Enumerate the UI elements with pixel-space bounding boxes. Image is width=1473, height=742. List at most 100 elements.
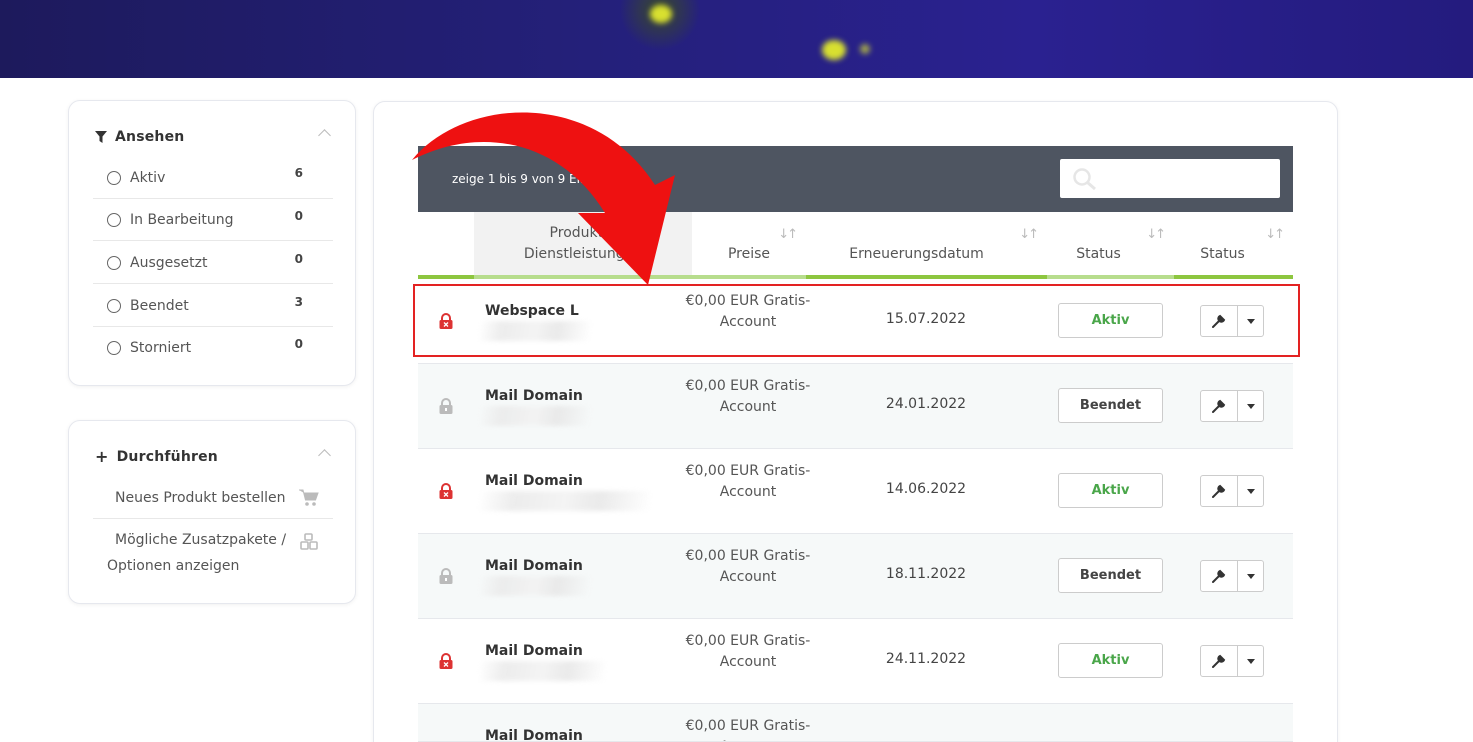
search-icon xyxy=(1073,168,1096,191)
status-button[interactable]: Aktiv xyxy=(1058,303,1163,338)
table-row[interactable]: Mail Domain €0,00 EUR Gratis-Account 24.… xyxy=(418,364,1293,449)
column-header-status[interactable]: Status ↓↑ xyxy=(1047,212,1174,279)
renewal-date: 18.11.2022 xyxy=(885,566,967,582)
renewal-date: 24.01.2022 xyxy=(885,396,967,412)
sort-icon[interactable]: ↓↑ xyxy=(1265,224,1285,245)
order-new-product-link[interactable]: Neues Produkt bestellen xyxy=(93,485,333,519)
column-header-label: Erneuerungsdatum xyxy=(849,246,984,262)
plus-icon: + xyxy=(95,447,109,466)
renewal-date: 14.06.2022 xyxy=(885,481,967,497)
product-name[interactable]: Mail Domain xyxy=(485,558,583,574)
column-header-renewal[interactable]: Erneuerungsdatum ↓↑ xyxy=(806,212,1047,279)
cubes-icon xyxy=(300,533,318,550)
wrench-icon[interactable] xyxy=(1201,476,1238,506)
actions-panel-title-text: Durchführen xyxy=(116,449,218,465)
wrench-icon[interactable] xyxy=(1201,391,1238,421)
radio-icon[interactable] xyxy=(107,341,121,355)
view-panel-title-text: Ansehen xyxy=(115,129,185,145)
column-header-label: Produkte/ Dienstleistungen xyxy=(523,225,643,262)
renewal-date: 24.11.2022 xyxy=(885,651,967,667)
addons-options-link[interactable]: Mögliche Zusatzpakete / Optionen anzeige… xyxy=(93,527,333,579)
column-header-products[interactable]: Produkte/ Dienstleistungen xyxy=(474,212,692,279)
filter-label: Storniert xyxy=(130,340,192,356)
status-button[interactable]: Aktiv xyxy=(1058,473,1163,508)
redacted-domain xyxy=(480,661,605,681)
actions-panel: + Durchführen Neues Produkt bestellen Mö… xyxy=(68,420,356,604)
filter-label: Aktiv xyxy=(130,169,166,186)
filter-label: Ausgesetzt xyxy=(130,254,208,271)
product-price: €0,00 EUR Gratis-Account xyxy=(685,633,811,670)
column-header-status-actions[interactable]: Status ↓↑ xyxy=(1174,212,1293,279)
sort-icon[interactable]: ↓↑ xyxy=(1019,224,1039,245)
filter-ausgesetzt[interactable]: Ausgesetzt 0 xyxy=(93,242,333,284)
table-row[interactable]: Mail Domain €0,00 EUR Gratis-Account 14.… xyxy=(418,449,1293,534)
manage-button-group[interactable] xyxy=(1200,475,1264,507)
column-header-prices[interactable]: Preise ↓↑ xyxy=(692,212,806,279)
filter-count: 6 xyxy=(294,166,303,180)
radio-icon[interactable] xyxy=(107,298,121,313)
view-panel-title[interactable]: Ansehen xyxy=(95,129,184,145)
caret-shape xyxy=(1246,658,1255,664)
wrench-icon[interactable] xyxy=(1201,561,1238,591)
table-toolbar: zeige 1 bis 9 von 9 Einträgen xyxy=(418,146,1293,212)
lock-red-icon xyxy=(439,313,453,329)
filter-aktiv[interactable]: Aktiv 6 xyxy=(93,157,333,199)
wrench-icon[interactable] xyxy=(1201,306,1238,336)
filter-storniert[interactable]: Storniert 0 xyxy=(93,327,333,369)
filter-label: In Bearbeitung xyxy=(130,211,234,228)
column-spacer xyxy=(418,212,474,279)
action-label: Neues Produkt bestellen xyxy=(115,490,286,506)
lock-red-icon xyxy=(439,483,453,499)
product-name[interactable]: Mail Domain xyxy=(485,473,583,489)
filter-count: 0 xyxy=(294,337,303,351)
manage-button-group[interactable] xyxy=(1200,645,1264,677)
caret-shape xyxy=(1246,573,1255,579)
actions-panel-title[interactable]: + Durchführen xyxy=(95,447,218,466)
product-price: €0,00 EUR Gratis-Account xyxy=(685,378,811,415)
radio-icon[interactable] xyxy=(107,255,121,270)
filter-beendet[interactable]: Beendet 3 xyxy=(93,285,333,327)
filter-in-bearbeitung[interactable]: In Bearbeitung 0 xyxy=(93,199,333,241)
column-header-label: Preise xyxy=(727,246,771,262)
search-input[interactable] xyxy=(1060,159,1280,198)
chevron-down-icon[interactable] xyxy=(1238,476,1263,506)
column-header-label: Status xyxy=(1076,246,1121,262)
wrench-icon[interactable] xyxy=(1201,646,1238,676)
chevron-down-icon[interactable] xyxy=(1238,646,1263,676)
hero-decoration xyxy=(650,5,672,23)
table-row[interactable]: Mail Domain €0,00 EUR Gratis-Account 24.… xyxy=(418,619,1293,704)
table-row[interactable]: Webspace L €0,00 EUR Gratis-Account 15.0… xyxy=(418,279,1293,364)
filter-count: 3 xyxy=(294,295,303,309)
renewal-date: 15.07.2022 xyxy=(885,311,967,327)
lock-grey-icon xyxy=(439,398,453,414)
filter-count: 0 xyxy=(294,252,303,266)
radio-icon[interactable] xyxy=(107,170,121,185)
status-button[interactable]: Beendet xyxy=(1058,558,1163,593)
chevron-up-icon[interactable] xyxy=(318,129,331,142)
manage-button-group[interactable] xyxy=(1200,560,1264,592)
chevron-down-icon[interactable] xyxy=(1238,306,1263,336)
hero-decoration xyxy=(822,40,846,60)
redacted-domain xyxy=(480,491,650,511)
product-name[interactable]: Webspace L xyxy=(485,303,579,319)
status-button[interactable]: Aktiv xyxy=(1058,643,1163,678)
manage-button-group[interactable] xyxy=(1200,305,1264,337)
redacted-domain xyxy=(480,321,590,341)
chevron-down-icon[interactable] xyxy=(1238,561,1263,591)
product-name[interactable]: Mail Domain xyxy=(485,388,583,404)
product-price: €0,00 EUR Gratis-Account xyxy=(685,293,811,330)
filter-label: Beendet xyxy=(130,297,189,314)
product-name[interactable]: Mail Domain xyxy=(485,643,583,659)
chevron-down-icon[interactable] xyxy=(1238,391,1263,421)
table-row[interactable]: Mail Domain €0,00 EUR Gratis-Account xyxy=(418,704,1293,742)
product-price: €0,00 EUR Gratis-Account xyxy=(685,548,811,585)
chevron-up-icon[interactable] xyxy=(318,449,331,462)
sort-icon[interactable]: ↓↑ xyxy=(778,224,798,245)
sort-icon[interactable]: ↓↑ xyxy=(1146,224,1166,245)
status-button[interactable]: Beendet xyxy=(1058,388,1163,423)
radio-icon[interactable] xyxy=(107,212,121,227)
manage-button-group[interactable] xyxy=(1200,390,1264,422)
table-row[interactable]: Mail Domain €0,00 EUR Gratis-Account 18.… xyxy=(418,534,1293,619)
caret-shape xyxy=(1246,403,1255,409)
product-name[interactable]: Mail Domain xyxy=(485,728,583,741)
